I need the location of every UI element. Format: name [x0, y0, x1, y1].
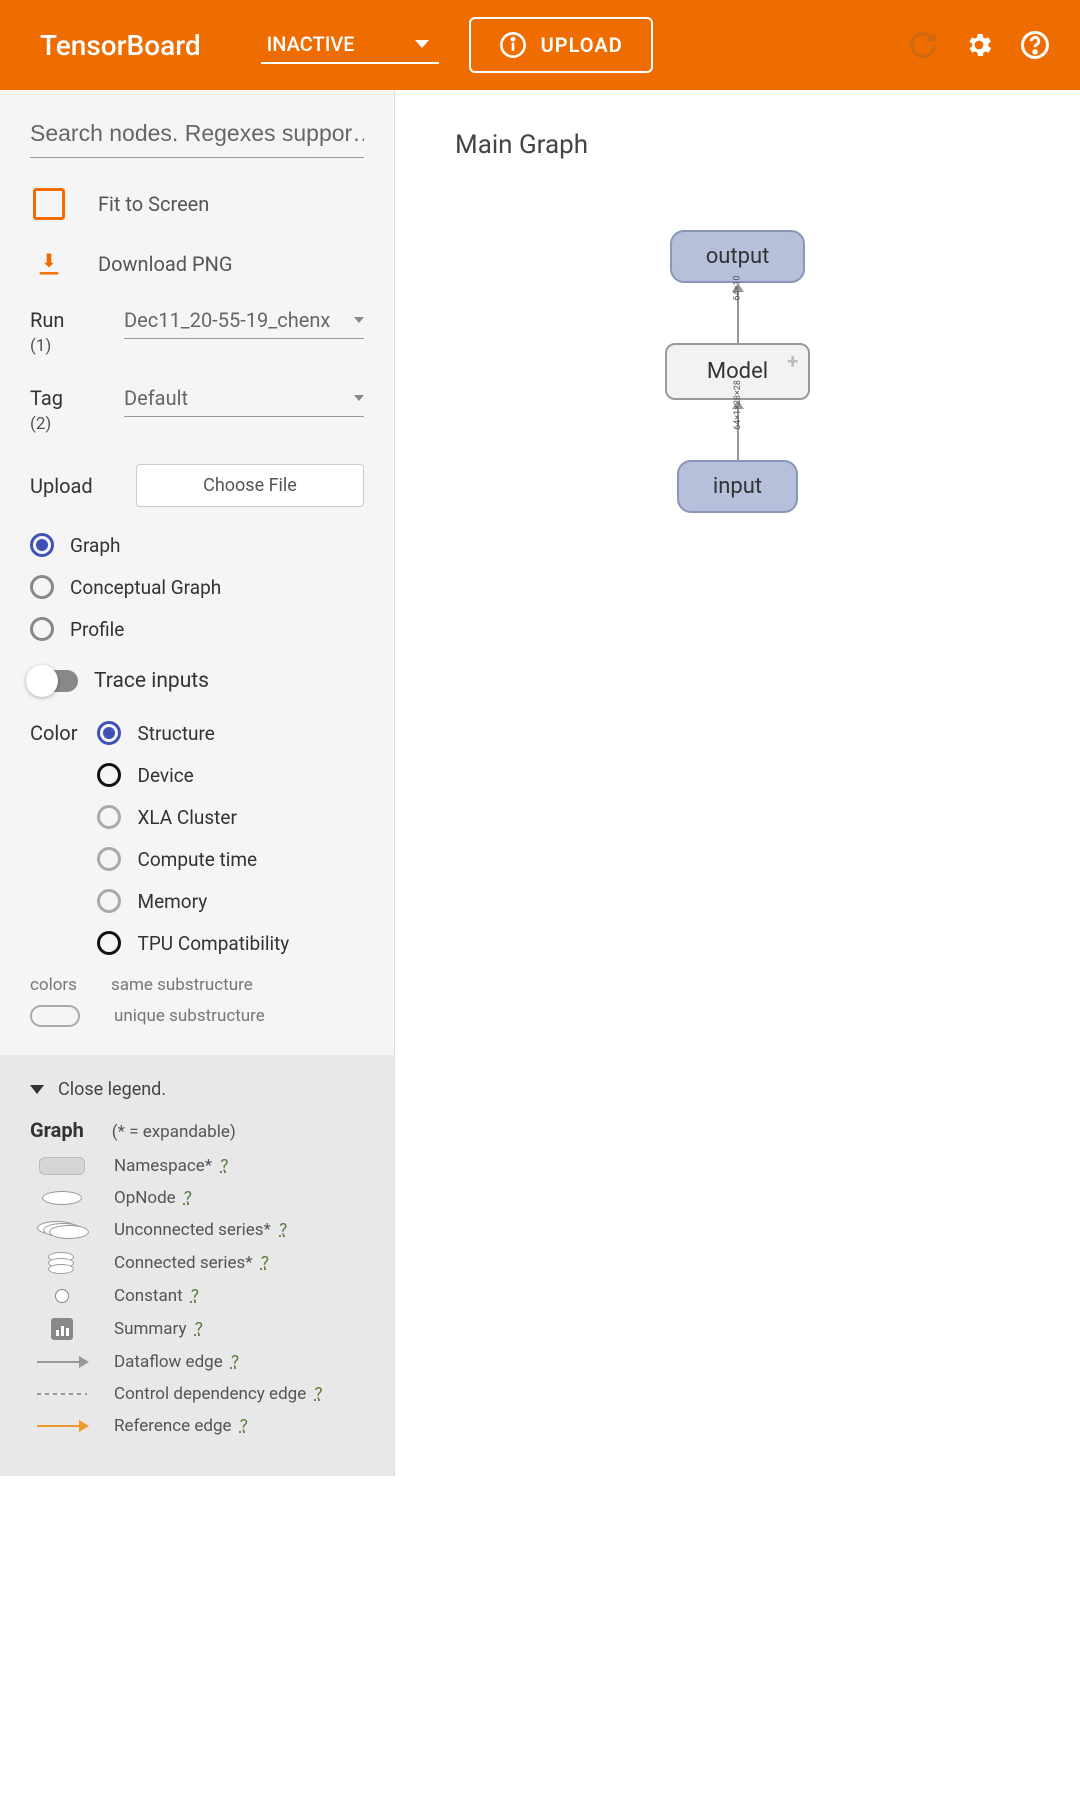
color-memory[interactable]: Memory — [97, 889, 364, 913]
chevron-down-icon — [30, 1085, 44, 1094]
legend-opnode: OpNode ? — [30, 1188, 364, 1208]
view-mode-graph[interactable]: Graph — [30, 533, 364, 557]
app-header: TensorBoard INACTIVE UPLOAD — [0, 0, 1080, 90]
radio-icon — [30, 575, 54, 599]
legend-constant: Constant ? — [30, 1286, 364, 1306]
legend-namespace: Namespace* ? — [30, 1156, 364, 1176]
color-device[interactable]: Device — [97, 763, 364, 787]
run-count: (1) — [30, 336, 108, 356]
upload-button[interactable]: UPLOAD — [469, 17, 653, 73]
expand-icon[interactable]: + — [787, 349, 798, 373]
chevron-down-icon — [415, 40, 429, 48]
tag-select[interactable]: Default — [124, 386, 364, 417]
radio-icon — [97, 931, 121, 955]
upload-button-label: UPLOAD — [541, 33, 623, 57]
chevron-down-icon — [354, 317, 364, 323]
run-label: Run — [30, 308, 108, 332]
radio-icon — [97, 721, 121, 745]
color-xla[interactable]: XLA Cluster — [97, 805, 364, 829]
close-legend[interactable]: Close legend. — [30, 1079, 364, 1100]
color-label: Color — [30, 721, 77, 951]
view-mode-profile[interactable]: Profile — [30, 617, 364, 641]
legend-dataflow: Dataflow edge ? — [30, 1352, 364, 1372]
colors-same: same substructure — [111, 975, 253, 995]
legend-control-dep: Control dependency edge ? — [30, 1384, 364, 1404]
header-icons — [908, 30, 1050, 60]
radio-icon — [30, 533, 54, 557]
radio-icon — [97, 805, 121, 829]
legend-reference: Reference edge ? — [30, 1416, 364, 1436]
app-title: TensorBoard — [40, 29, 201, 62]
legend-summary: Summary ? — [30, 1318, 364, 1340]
info-icon — [499, 31, 527, 59]
view-mode-conceptual[interactable]: Conceptual Graph — [30, 575, 364, 599]
edge-output-model: 64×10 — [732, 283, 744, 343]
sidebar: Fit to Screen Download PNG Run (1) Dec11… — [0, 90, 395, 1476]
legend-unconnected: Unconnected series* ? — [30, 1220, 364, 1240]
run-value: Dec11_20-55-19_chenx — [124, 308, 330, 332]
color-compute[interactable]: Compute time — [97, 847, 364, 871]
graph-canvas[interactable]: Main Graph output 64×10 Model + 64×1×28×… — [395, 90, 1080, 1476]
help-icon[interactable] — [1020, 30, 1050, 60]
upload-label: Upload — [30, 474, 120, 498]
download-png[interactable]: Download PNG — [30, 250, 364, 278]
legend-panel: Close legend. Graph (* = expandable) Nam… — [0, 1055, 394, 1476]
refresh-icon[interactable] — [908, 30, 938, 60]
fit-screen-icon — [33, 188, 65, 220]
radio-icon — [30, 617, 54, 641]
radio-icon — [97, 889, 121, 913]
legend-connected: Connected series* ? — [30, 1252, 364, 1274]
radio-icon — [97, 763, 121, 787]
inactive-label: INACTIVE — [267, 32, 355, 56]
gear-icon[interactable] — [964, 30, 994, 60]
color-structure[interactable]: Structure — [97, 721, 364, 745]
radio-icon — [97, 847, 121, 871]
run-select[interactable]: Dec11_20-55-19_chenx — [124, 308, 364, 339]
choose-file-button[interactable]: Choose File — [136, 464, 364, 507]
fit-label: Fit to Screen — [98, 192, 209, 216]
inactive-dropdown[interactable]: INACTIVE — [261, 26, 439, 64]
canvas-title: Main Graph — [455, 130, 1020, 160]
search-input[interactable] — [30, 112, 364, 158]
chevron-down-icon — [354, 395, 364, 401]
node-input[interactable]: input — [677, 460, 798, 513]
color-tpu[interactable]: TPU Compatibility — [97, 931, 364, 955]
edge-model-input: 64×1×28×28 — [732, 400, 744, 460]
tag-count: (2) — [30, 414, 108, 434]
fit-to-screen[interactable]: Fit to Screen — [30, 188, 364, 220]
legend-subtitle: (* = expandable) — [112, 1122, 236, 1142]
colors-footer-label: colors — [30, 975, 77, 995]
tag-value: Default — [124, 386, 188, 410]
legend-title: Graph — [30, 1118, 84, 1142]
tag-label: Tag — [30, 386, 108, 410]
download-label: Download PNG — [98, 252, 233, 276]
download-icon — [30, 250, 68, 278]
toggle-icon — [30, 670, 78, 692]
colors-unique: unique substructure — [114, 1006, 265, 1026]
trace-inputs-toggle[interactable]: Trace inputs — [30, 669, 364, 693]
pill-icon — [30, 1005, 80, 1027]
